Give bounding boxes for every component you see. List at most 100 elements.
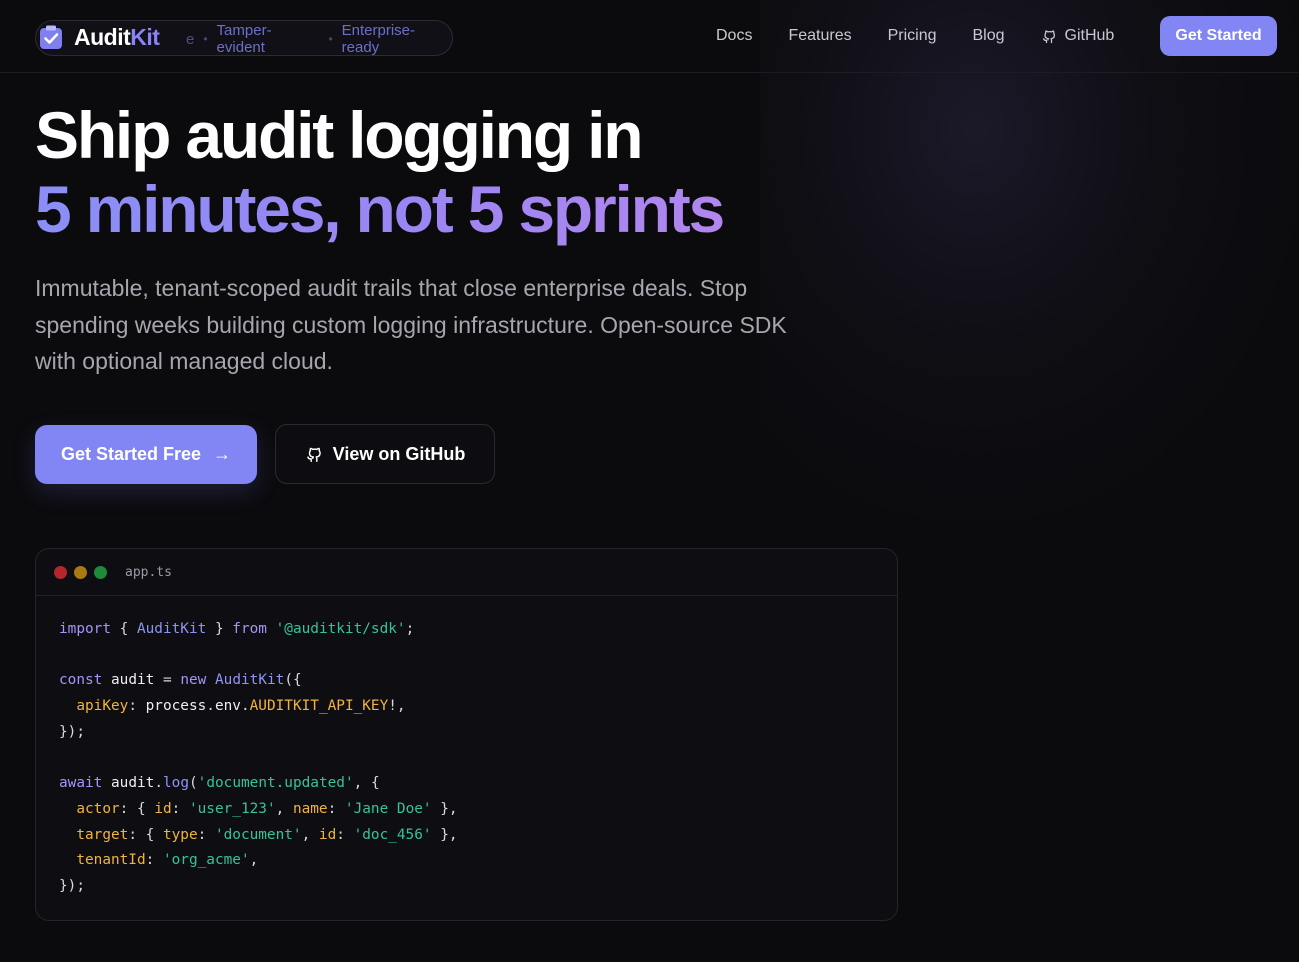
code-token: !, [388, 698, 406, 715]
code-token: process [145, 698, 207, 715]
nav-link-pricing[interactable]: Pricing [888, 27, 937, 45]
code-token: . [154, 775, 163, 792]
tag-list: e • Tamper-evident • Enterprise-ready [186, 21, 452, 57]
github-icon [306, 447, 321, 463]
clipboard-check-icon [40, 25, 62, 49]
code-token: type [162, 826, 198, 843]
get-started-free-button[interactable]: Get Started Free → [35, 425, 257, 484]
get-started-free-label: Get Started Free [60, 444, 202, 464]
code-token: new [180, 672, 207, 689]
code-token: , [275, 800, 293, 817]
code-token: , { [353, 775, 380, 792]
tag-separator: • [203, 32, 208, 46]
nav-link-blog[interactable]: Blog [973, 27, 1005, 45]
hero-title-line2: 5 minutes, not 5 sprints [35, 172, 725, 246]
code-token: const [59, 672, 103, 689]
code-token: ( [189, 775, 198, 792]
code-token: apiKey [76, 698, 129, 715]
code-token: : [145, 852, 163, 869]
code-token: 'document.updated' [197, 775, 354, 792]
github-icon [1042, 30, 1055, 44]
code-token: id [154, 800, 172, 817]
hero-title: Ship audit logging in 5 minutes, not 5 s… [35, 98, 725, 246]
hero-title-line1: Ship audit logging in [35, 98, 644, 172]
logo-text-main: Audit [74, 23, 131, 50]
hero-subtitle: Immutable, tenant-scoped audit trails th… [35, 275, 787, 374]
view-on-github-button[interactable]: View on GitHub [275, 424, 495, 484]
code-line: apiKey: process.env.AUDITKIT_API_KEY!, [59, 694, 897, 720]
code-token: , [301, 826, 319, 843]
code-token: 'document' [214, 826, 302, 843]
tag-tamper-evident: Tamper-evident [216, 22, 272, 56]
code-token: } [206, 621, 233, 637]
code-line: tenantId: 'org_acme', [59, 848, 897, 874]
tag-separator: • [328, 32, 333, 46]
code-token: }); [59, 723, 85, 740]
code-token: ({ [284, 672, 302, 689]
code-token: 'Jane Doe' [344, 800, 432, 817]
code-token: . [206, 698, 215, 715]
logo-text-accent: Kit [130, 23, 160, 50]
nav-link-github[interactable]: GitHub [1041, 27, 1114, 45]
code-token: env [214, 698, 241, 715]
code-line: }); [59, 874, 897, 900]
code-token: : [336, 826, 354, 843]
nav-link-docs[interactable]: Docs [716, 27, 752, 45]
code-token: , [249, 852, 259, 869]
logo[interactable]: AuditKit [38, 22, 160, 52]
code-token: '@auditkit/sdk' [275, 621, 406, 637]
code-token: { [110, 621, 137, 637]
logo-wordmark: AuditKit [74, 23, 160, 51]
code-token: . [240, 698, 250, 715]
code-line: const audit = new AuditKit({ [59, 668, 897, 694]
code-token: tenantId [76, 852, 146, 869]
code-filename: app.ts [125, 564, 172, 580]
code-token: : [327, 800, 345, 817]
arrow-right-icon: → [213, 444, 232, 464]
code-token: name [292, 800, 328, 817]
tag-enterprise-ready: Enterprise-ready [341, 22, 415, 56]
minimize-dot-icon [74, 565, 87, 579]
code-line: import { AuditKit } from '@auditkit/sdk'… [59, 617, 897, 643]
top-nav: e • Tamper-evident • Enterprise-ready Au… [0, 0, 1299, 73]
code-token: : { [128, 826, 163, 843]
get-started-button[interactable]: Get Started [1160, 16, 1277, 56]
code-token: }, [431, 826, 458, 843]
code-line: target: { type: 'document', id: 'doc_456… [59, 823, 897, 849]
maximize-dot-icon [94, 565, 107, 579]
background-glow [760, 0, 1299, 520]
code-token: : [197, 826, 215, 843]
code-token: actor [76, 800, 120, 817]
code-line: await audit.log('document.updated', { [59, 771, 897, 797]
code-token: 'org_acme' [162, 852, 250, 869]
code-token: AuditKit [215, 672, 285, 689]
code-token: await [59, 775, 103, 792]
code-token: target [76, 826, 129, 843]
code-token: = [154, 672, 181, 689]
hidden-tag-fragment: e [186, 30, 195, 48]
code-token: audit [111, 672, 155, 689]
code-token: }, [431, 800, 458, 817]
code-line: }); [59, 720, 897, 746]
code-token: 'user_123' [188, 800, 276, 817]
code-token: id [318, 826, 337, 843]
code-token: : [128, 698, 146, 715]
nav-link-features[interactable]: Features [788, 27, 851, 45]
code-window: app.ts import { AuditKit } from '@auditk… [35, 548, 898, 921]
code-token: import [59, 621, 111, 637]
code-token: : [171, 800, 189, 817]
close-dot-icon [54, 565, 67, 579]
code-token: log [163, 775, 189, 792]
code-token: AUDITKIT_API_KEY [249, 698, 389, 715]
code-token: 'doc_456' [353, 826, 432, 843]
